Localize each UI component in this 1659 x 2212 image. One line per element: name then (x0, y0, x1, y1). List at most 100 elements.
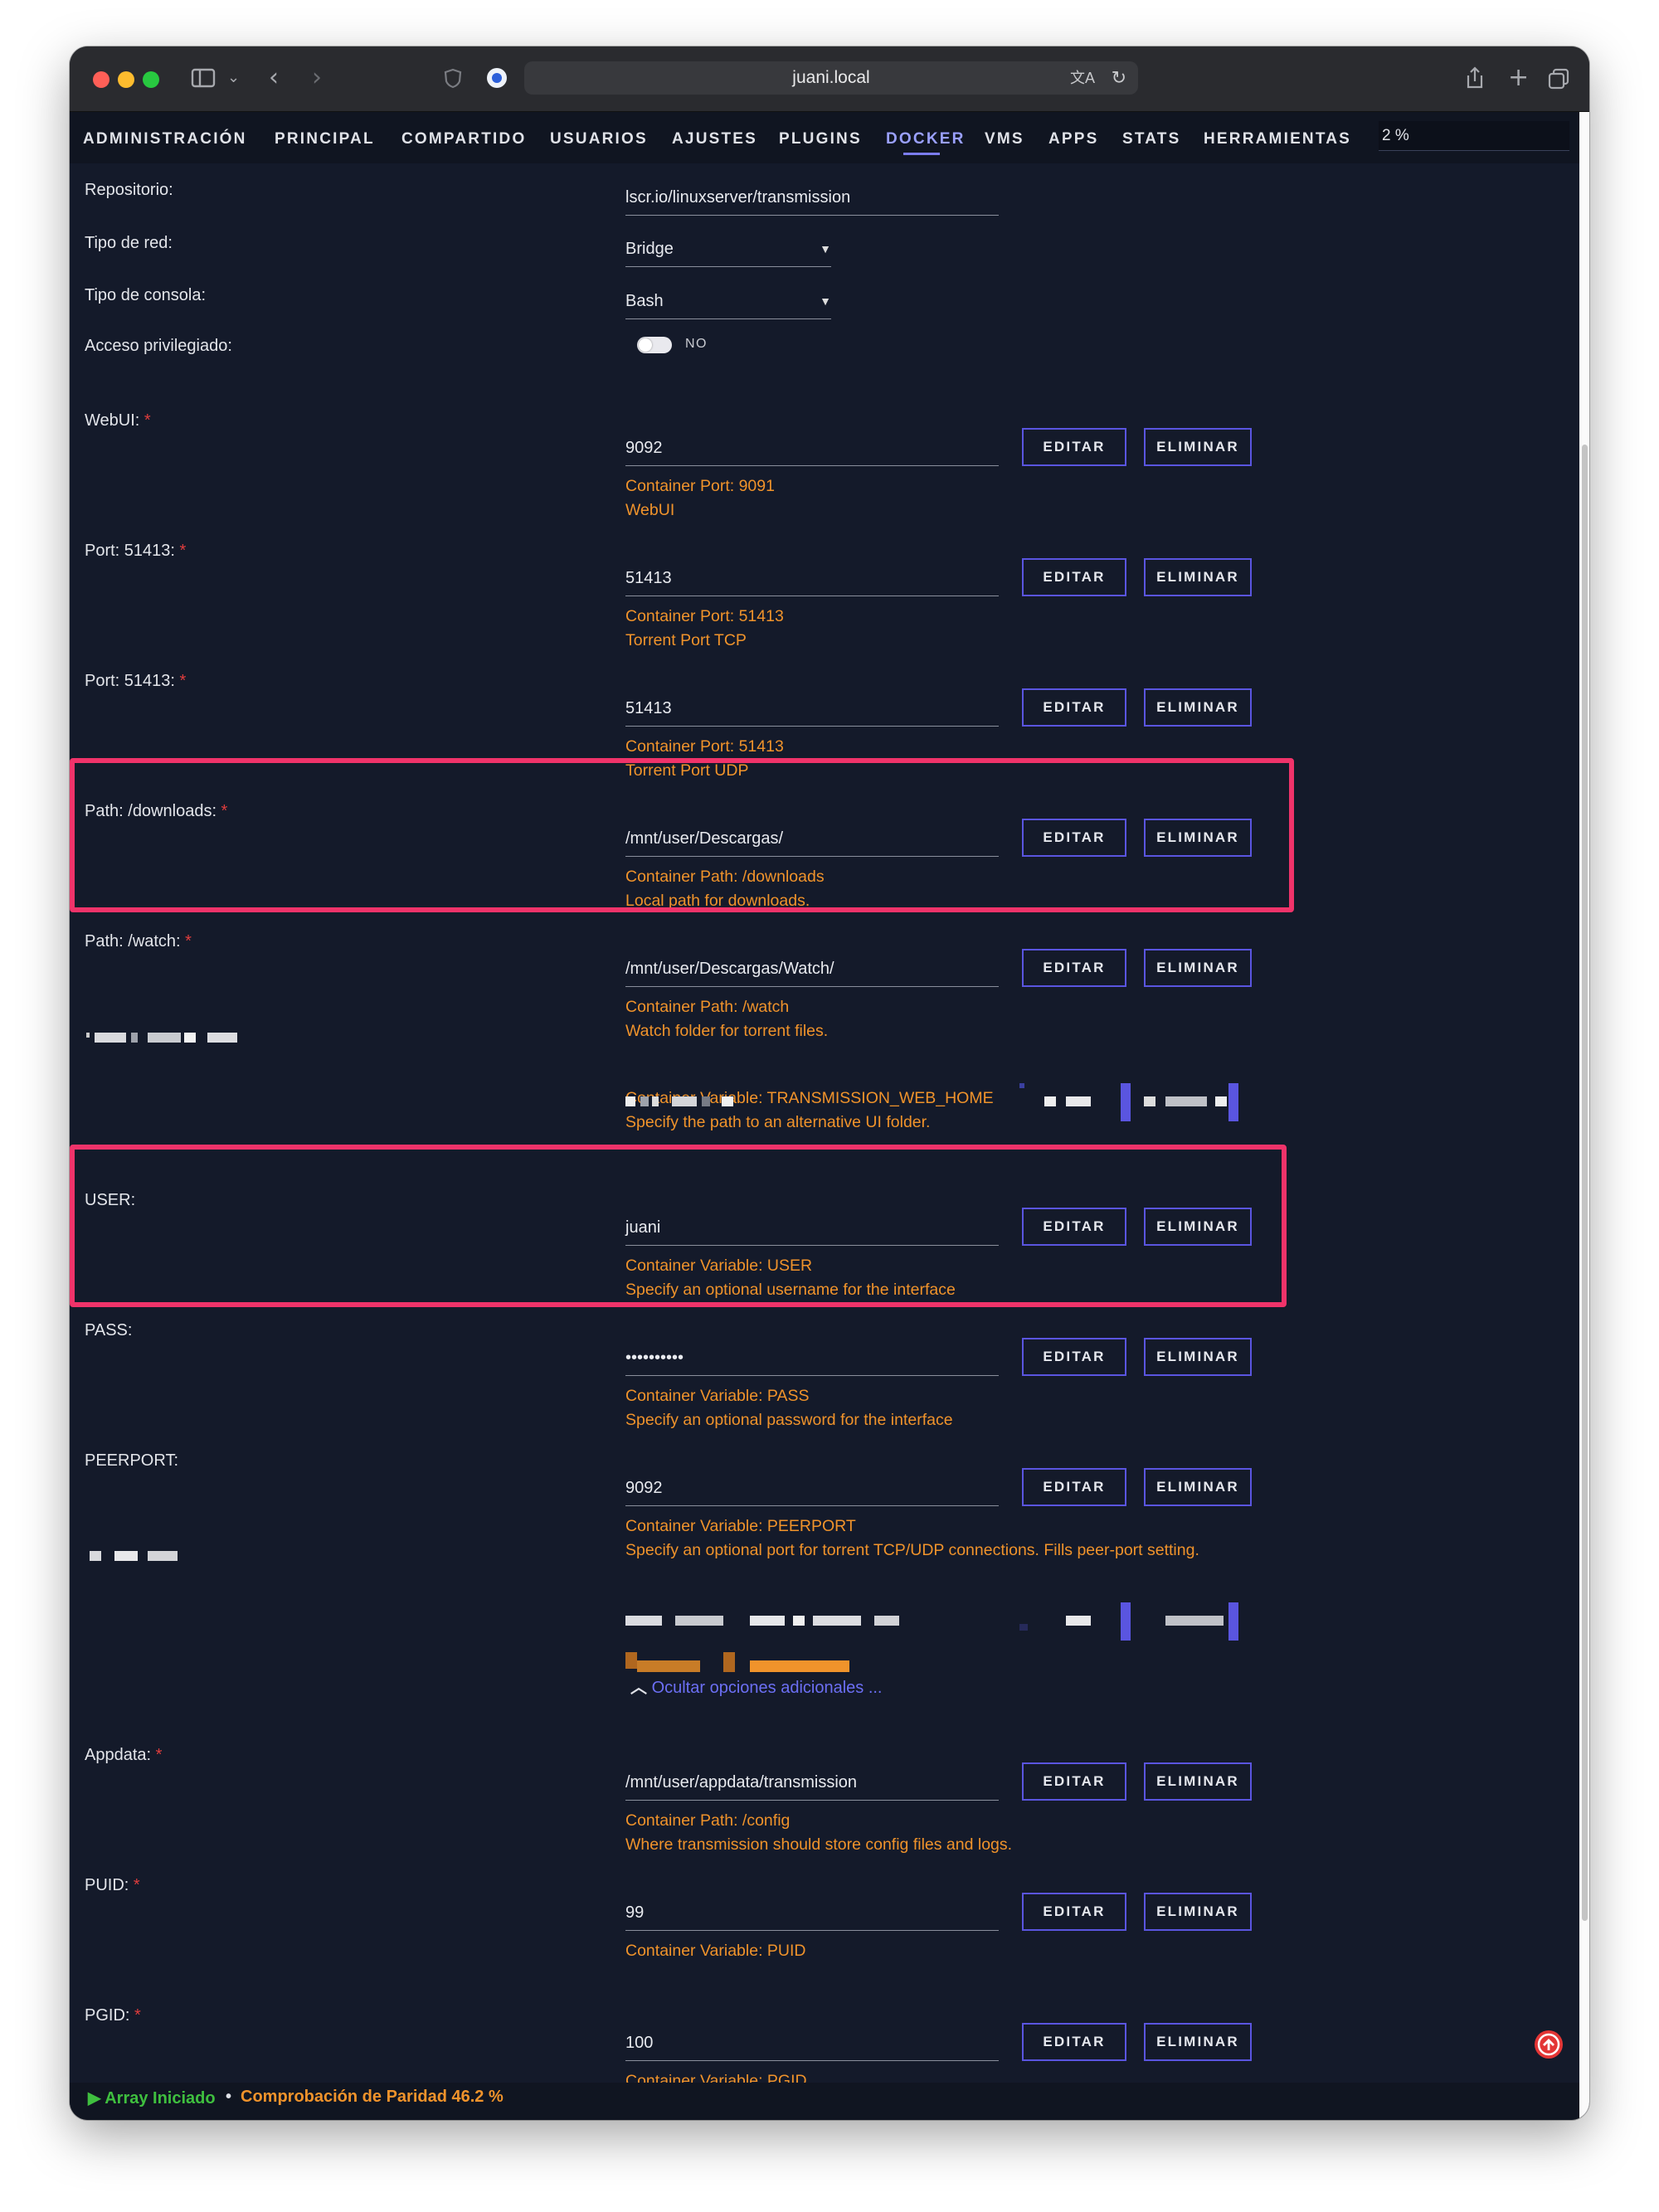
search-input[interactable]: 2 % (1379, 121, 1569, 151)
row-label: Port: 51413: * (85, 672, 186, 691)
container-help: Torrent Port TCP (625, 631, 747, 649)
label-repositorio: Repositorio: (85, 181, 173, 199)
container-help: Where transmission should store config f… (625, 1835, 1013, 1854)
new-tab-icon[interactable]: + (1508, 61, 1529, 95)
container-info: Container Variable: PEERPORT (625, 1517, 856, 1535)
hide-options-link[interactable]: ︿ Ocultar opciones adicionales ... (630, 1674, 883, 1698)
delete-button[interactable]: ELIMINAR (1144, 688, 1252, 727)
row-value-input[interactable]: 51413 (625, 560, 999, 596)
row-value-input[interactable]: 99 (625, 1894, 999, 1931)
row-description: Container Path: /watch Watch folder for t… (625, 995, 828, 1043)
edit-button[interactable]: EDITAR (1022, 1468, 1126, 1506)
nav-usuarios[interactable]: USUARIOS (550, 130, 648, 148)
edit-button[interactable]: EDITAR (1022, 1762, 1126, 1801)
row-value-input[interactable]: /mnt/user/appdata/transmission (625, 1764, 999, 1801)
container-help: Specify an optional port for torrent TCP… (625, 1541, 1199, 1559)
back-icon[interactable]: ‹ (269, 61, 279, 95)
container-info: Container Variable: PUID (625, 1942, 806, 1960)
reload-icon[interactable]: ↻ (1112, 61, 1126, 95)
container-info: Container Path: /watch (625, 998, 790, 1016)
row-label: WebUI: * (85, 411, 151, 430)
redacted-value (625, 1612, 941, 1633)
translate-icon[interactable]: 文A (1070, 61, 1095, 95)
edit-button[interactable]: EDITAR (1022, 1338, 1126, 1376)
redacted-buttons (1019, 1602, 1260, 1645)
scrollbar-thumb[interactable] (1582, 445, 1588, 1921)
tabs-overview-icon[interactable] (1546, 61, 1571, 95)
nav-plugins[interactable]: PLUGINS (779, 130, 862, 148)
privilegiado-toggle[interactable] (637, 337, 672, 353)
nav-principal[interactable]: PRINCIPAL (275, 130, 375, 148)
close-window-button[interactable] (93, 71, 109, 88)
edit-button[interactable]: EDITAR (1022, 2023, 1126, 2061)
row-value-input[interactable]: 9092 (625, 430, 999, 466)
edit-button[interactable]: EDITAR (1022, 428, 1126, 466)
chevron-down-icon[interactable]: ⌄ (227, 61, 240, 95)
container-info: Container Port: 51413 (625, 737, 784, 756)
delete-button[interactable]: ELIMINAR (1144, 1762, 1252, 1801)
minimize-window-button[interactable] (118, 71, 134, 88)
delete-button[interactable]: ELIMINAR (1144, 558, 1252, 596)
container-info: Container Path: /config (625, 1811, 791, 1830)
shield-icon[interactable] (443, 61, 463, 95)
required-marker: * (129, 1876, 140, 1894)
row-description: Container Port: 51413 Torrent Port TCP (625, 605, 784, 653)
repositorio-input[interactable]: lscr.io/linuxserver/transmission (625, 179, 999, 216)
row-value-input[interactable]: •••••••••• (625, 1339, 999, 1376)
maximize-window-button[interactable] (143, 71, 159, 88)
edit-button[interactable]: EDITAR (1022, 949, 1126, 987)
row-value-input[interactable]: 9092 (625, 1470, 999, 1506)
delete-button[interactable]: ELIMINAR (1144, 949, 1252, 987)
row-value-input[interactable]: /mnt/user/Descargas/Watch/ (625, 950, 999, 987)
row-label: PUID: * (85, 1876, 140, 1895)
delete-button[interactable]: ELIMINAR (1144, 428, 1252, 466)
nav-herramientas[interactable]: HERRAMIENTAS (1204, 130, 1351, 148)
required-marker: * (129, 2006, 141, 2025)
redacted-label (86, 1029, 343, 1050)
nav-ajustes[interactable]: AJUSTES (672, 130, 757, 148)
required-marker: * (180, 932, 192, 950)
row-label-text: PEERPORT: (85, 1451, 178, 1470)
nav-vms[interactable]: VMS (985, 130, 1024, 148)
delete-button[interactable]: ELIMINAR (1144, 2023, 1252, 2061)
container-info: Container Port: 9091 (625, 477, 775, 495)
edit-button[interactable]: EDITAR (1022, 1893, 1126, 1931)
nav-apps[interactable]: APPS (1048, 130, 1099, 148)
array-status: ▶ Array Iniciado (88, 2088, 216, 2108)
edit-button[interactable]: EDITAR (1022, 558, 1126, 596)
delete-button[interactable]: ELIMINAR (1144, 1893, 1252, 1931)
required-marker: * (174, 672, 187, 690)
row-value-input[interactable]: 100 (625, 2025, 999, 2061)
tipo-red-select[interactable]: Bridge ▼ (625, 231, 831, 267)
delete-button[interactable]: ELIMINAR (1144, 1338, 1252, 1376)
row-value-input[interactable]: 51413 (625, 690, 999, 727)
row-label-text: Appdata: (85, 1746, 152, 1764)
nav-administracion[interactable]: ADMINISTRACIÓN (83, 130, 247, 148)
delete-button[interactable]: ELIMINAR (1144, 1468, 1252, 1506)
row-description: Container Variable: PASS Specify an optio… (625, 1384, 953, 1432)
row-description: Container Port: 9091 WebUI (625, 474, 775, 523)
nav-docker[interactable]: DOCKER (886, 130, 966, 148)
array-status-text: Array Iniciado (105, 2089, 216, 2107)
redacted-value (625, 1093, 758, 1114)
password-manager-icon[interactable] (484, 61, 509, 95)
sidebar-icon[interactable] (191, 61, 217, 95)
footer-separator: • (226, 2088, 232, 2106)
container-help: Specify the path to an alternative UI fo… (625, 1113, 931, 1131)
redacted-buttons (1019, 1083, 1260, 1125)
scroll-top-button[interactable] (1535, 2030, 1563, 2059)
nav-stats[interactable]: STATS (1122, 130, 1180, 148)
label-privilegiado: Acceso privilegiado: (85, 337, 232, 355)
forward-icon[interactable]: › (312, 61, 322, 95)
row-label: Path: /watch: * (85, 932, 192, 951)
row-label: Appdata: * (85, 1746, 162, 1765)
address-bar[interactable]: juani.local 文A ↻ (524, 61, 1138, 95)
toggle-knob (639, 338, 652, 352)
tipo-consola-select[interactable]: Bash ▼ (625, 283, 831, 319)
container-help: WebUI (625, 501, 675, 519)
container-help: Watch folder for torrent files. (625, 1022, 829, 1040)
nav-compartido[interactable]: COMPARTIDO (401, 130, 526, 148)
share-icon[interactable] (1463, 61, 1486, 95)
highlight-credentials (70, 1145, 1287, 1307)
edit-button[interactable]: EDITAR (1022, 688, 1126, 727)
